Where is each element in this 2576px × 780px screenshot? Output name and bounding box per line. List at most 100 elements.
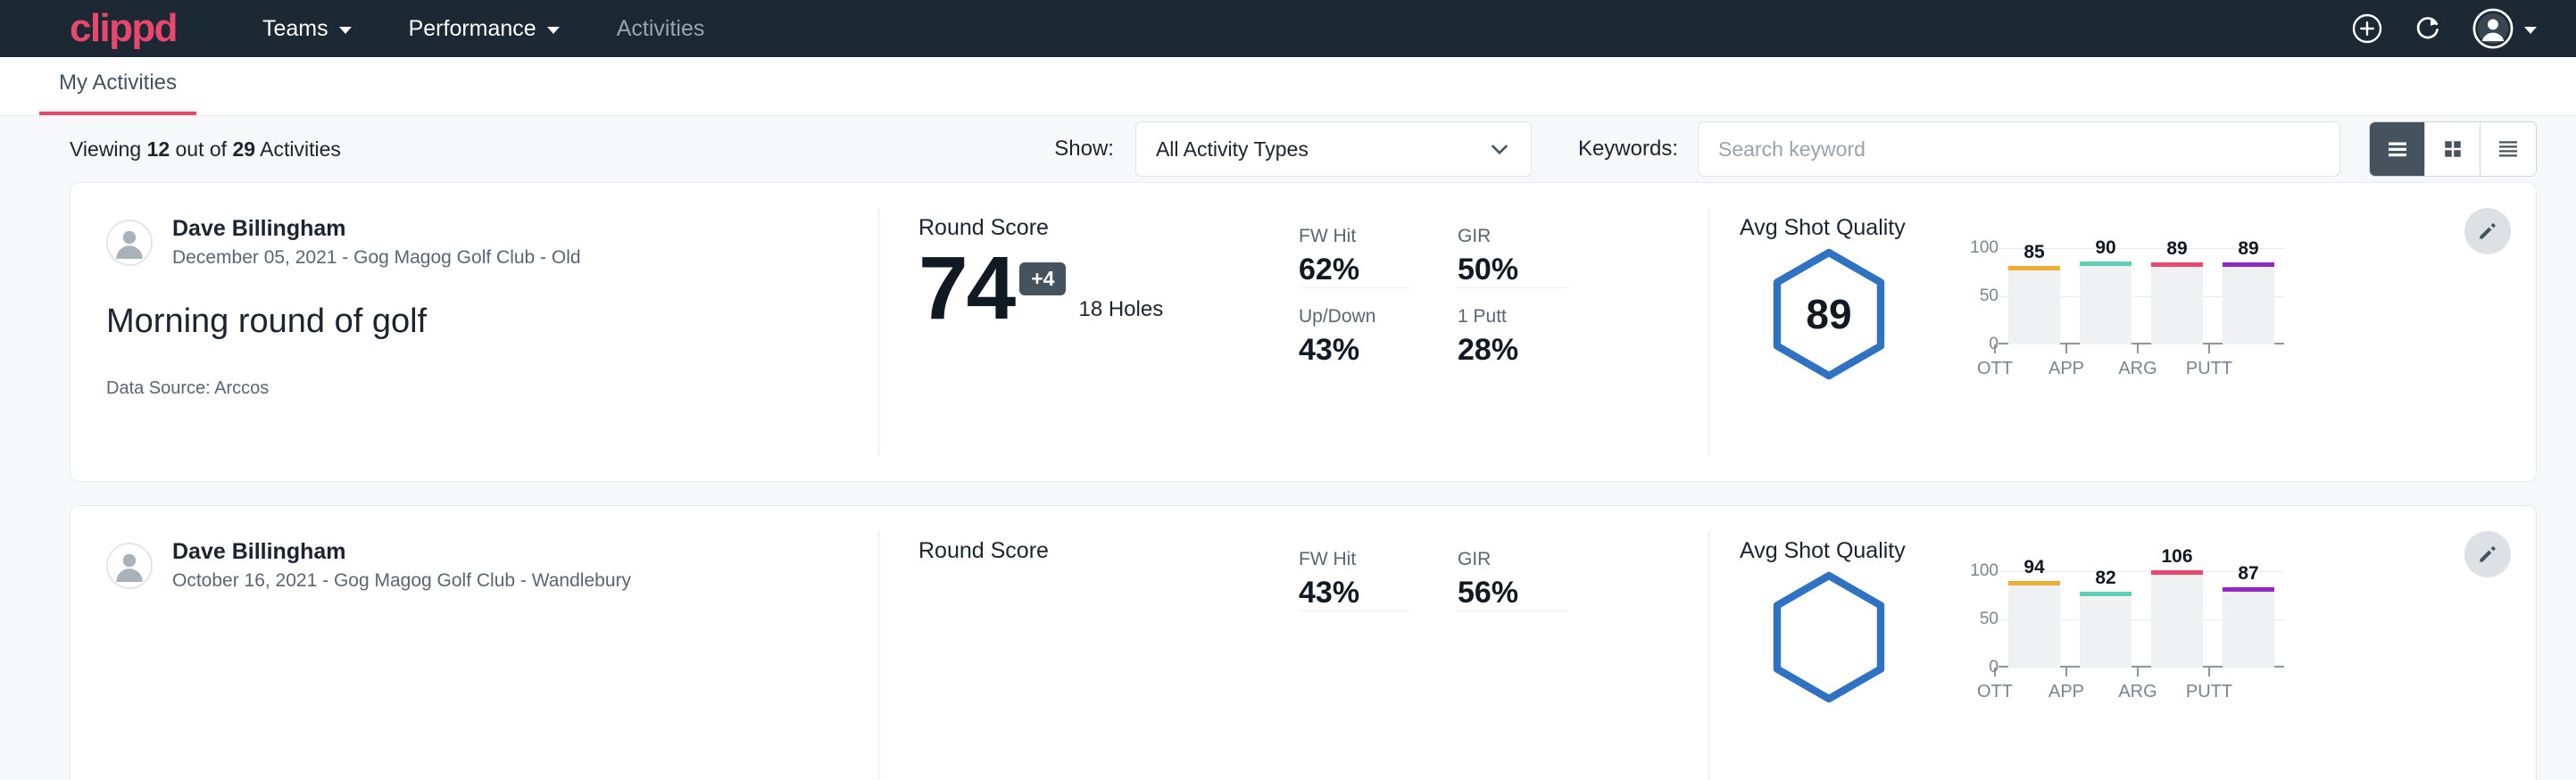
viewing-prefix: Viewing [70,137,147,161]
y-tick-0: 0 [1989,658,1998,677]
bar-arg: 106 [2151,571,2203,668]
nav-actions [2351,8,2537,49]
x-tick-arg: ARG [2112,668,2164,702]
bar-ott: 85 [2008,248,2060,344]
chart-plot-area: 85 90 [1998,248,2284,344]
bar-value-label: 89 [2223,238,2274,260]
activity-type-select-value: All Activity Types [1156,137,1309,162]
stat-label: 1 Putt [1458,306,1568,328]
list-view-icon [2384,136,2411,162]
stat-label: GIR [1458,226,1568,247]
activity-player: Dave Billingham October 16, 2021 - Gog M… [106,538,843,593]
round-score-label: Round Score [918,215,1299,241]
plus-circle-icon [2351,12,2383,45]
avatar [106,220,153,266]
pencil-icon [2476,543,2499,566]
bar-body [2080,266,2131,344]
tick-mark [2137,668,2139,676]
view-mode-grid-button[interactable] [2425,122,2480,176]
x-label: PUTT [2183,682,2235,702]
round-score-section: Round Score [879,506,1299,780]
chevron-down-icon [339,27,352,34]
x-label: APP [2040,682,2092,702]
activity-type-select[interactable]: All Activity Types [1135,121,1532,177]
hexagon-gauge [1770,571,1888,703]
player-name: Dave Billingham [172,538,631,566]
stat-label: FW Hit [1299,549,1409,570]
activity-title: Morning round of golf [106,303,843,341]
activity-card[interactable]: Dave Billingham December 05, 2021 - Gog … [70,182,2537,482]
activity-card[interactable]: Dave Billingham October 16, 2021 - Gog M… [70,505,2537,780]
pencil-icon [2476,220,2499,243]
bar-body [2151,575,2203,668]
y-tick-50: 50 [1980,610,1998,629]
nav-item-activities[interactable]: Activities [617,16,705,42]
activity-meta: October 16, 2021 - Gog Magog Golf Club -… [172,568,631,593]
nav-item-teams-label: Teams [262,16,328,42]
y-tick-100: 100 [1970,561,1998,581]
stat-up-down: Up/Down 43% [1299,306,1409,368]
stat-1-putt: 1 Putt 28% [1458,306,1568,368]
avatar [106,543,153,589]
shot-quality-chart-plot: 100 50 0 94 [1957,571,2284,668]
nav-item-activities-label: Activities [617,16,705,42]
activity-player: Dave Billingham December 05, 2021 - Gog … [106,215,843,270]
round-stats-grid: FW Hit 62% GIR 50% Up/Down 43% 1 Putt 28… [1299,183,1683,481]
tick-mark [2065,344,2067,353]
bar-body [2151,267,2203,344]
stat-value: 28% [1458,333,1568,368]
chevron-down-icon [2524,27,2537,34]
y-tick-100: 100 [1970,238,1998,258]
app-logo[interactable]: clippd [70,9,177,48]
shot-quality-chart: 100 50 0 85 [1918,248,2284,379]
stat-value: 56% [1458,576,1568,610]
stat-fw-hit: FW Hit 62% [1299,226,1409,288]
y-tick-50: 50 [1980,286,1998,306]
bar-app: 90 [2080,248,2131,344]
bar-arg: 89 [2151,248,2203,344]
chart-bars: 85 90 [1998,248,2284,344]
avg-shot-quality-badge: 89 [1740,248,1918,380]
chart-plot-area: 94 82 [1998,571,2284,668]
round-score-value: 74 [918,246,1014,331]
tick-mark [2065,668,2067,676]
x-label: ARG [2112,359,2164,379]
activity-card-info: Dave Billingham October 16, 2021 - Gog M… [71,506,879,780]
stat-value: 50% [1458,253,1568,287]
add-button[interactable] [2351,12,2383,45]
keywords-label: Keywords: [1578,137,1678,162]
stat-fw-hit: FW Hit 43% [1299,549,1409,611]
avg-shot-quality-badge [1740,571,1918,703]
x-label: PUTT [2183,359,2235,379]
view-mode-list-button[interactable] [2370,122,2425,176]
bar-value-label: 82 [2080,568,2131,589]
bar-value-label: 87 [2223,563,2274,585]
chevron-down-icon [1488,137,1511,161]
view-mode-compact-button[interactable] [2480,122,2536,176]
bar-body [2008,585,2060,668]
account-menu[interactable] [2472,8,2537,49]
bar-cap [2223,262,2274,267]
chart-y-axis: 100 50 0 [1957,571,1998,668]
chart-x-axis: OTT APP ARG PUTT [1959,344,2245,379]
bar-value-label: 89 [2151,238,2203,260]
bar-ott: 94 [2008,571,2060,668]
refresh-button[interactable] [2412,12,2444,45]
x-label: OTT [1969,682,2021,702]
bar-cap [2008,266,2060,270]
avg-shot-quality-value [1770,571,1888,703]
bar-value-label: 106 [2151,546,2203,568]
nav-item-performance[interactable]: Performance [409,16,560,42]
stat-value: 43% [1299,576,1409,610]
nav-item-teams[interactable]: Teams [262,16,352,42]
person-icon [108,543,151,589]
edit-activity-button[interactable] [2464,208,2511,254]
shot-quality-chart-plot: 100 50 0 85 [1957,248,2284,344]
round-stats-grid: FW Hit 43% GIR 56% [1299,506,1683,780]
edit-activity-button[interactable] [2464,531,2511,577]
tab-my-activities[interactable]: My Activities [39,71,196,115]
search-input[interactable] [1698,121,2340,177]
view-mode-toggle-group [2369,121,2537,177]
chart-bars: 94 82 [1998,571,2284,668]
player-name: Dave Billingham [172,215,581,243]
